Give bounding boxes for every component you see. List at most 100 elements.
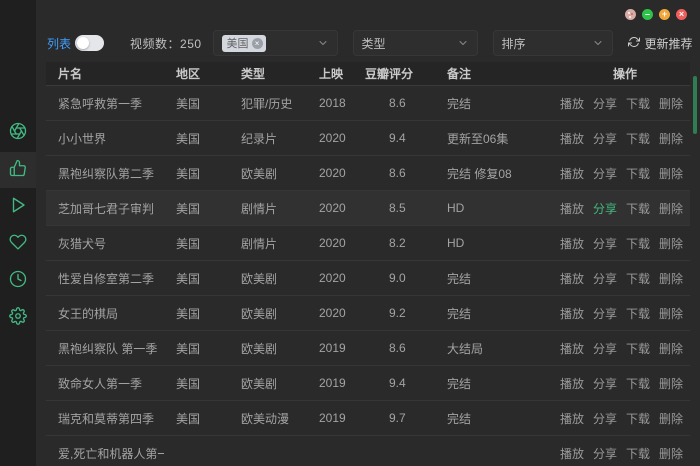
cell-genre: 欧美剧 xyxy=(229,375,307,392)
sidebar-item-discover[interactable] xyxy=(0,115,36,151)
action-download[interactable]: 下载 xyxy=(626,130,650,147)
action-delete[interactable]: 删除 xyxy=(659,200,683,217)
sidebar-item-history[interactable] xyxy=(0,263,36,299)
action-delete[interactable]: 删除 xyxy=(659,95,683,112)
cell-note: 完结 xyxy=(435,375,560,392)
action-delete[interactable]: 删除 xyxy=(659,445,683,462)
action-share[interactable]: 分享 xyxy=(593,130,617,147)
table-row: 爱,死亡和机器人第一季播放分享下载删除 xyxy=(46,436,690,466)
chevron-down-icon xyxy=(592,37,604,49)
action-play[interactable]: 播放 xyxy=(560,445,584,462)
sidebar-item-settings[interactable] xyxy=(0,300,36,336)
refresh-recommend-button[interactable]: 更新推荐 xyxy=(628,35,693,52)
action-delete[interactable]: 删除 xyxy=(659,340,683,357)
action-share[interactable]: 分享 xyxy=(593,270,617,287)
action-download[interactable]: 下载 xyxy=(626,270,650,287)
action-play[interactable]: 播放 xyxy=(560,340,584,357)
cell-rating: 8.6 xyxy=(353,341,435,355)
action-share[interactable]: 分享 xyxy=(593,410,617,427)
action-delete[interactable]: 删除 xyxy=(659,165,683,182)
cell-title: 瑞克和莫蒂第四季 xyxy=(46,410,164,427)
tag-remove-icon[interactable]: × xyxy=(252,38,263,49)
minimize-button[interactable]: – xyxy=(642,9,653,20)
region-select[interactable]: 美国 × xyxy=(213,30,338,56)
action-delete[interactable]: 删除 xyxy=(659,130,683,147)
action-share[interactable]: 分享 xyxy=(593,375,617,392)
action-delete[interactable]: 删除 xyxy=(659,270,683,287)
action-delete[interactable]: 删除 xyxy=(659,410,683,427)
col-rating: 豆瓣评分 xyxy=(353,65,435,82)
heart-icon xyxy=(9,233,27,256)
table-header: 片名 地区 类型 上映 豆瓣评分 备注 操作 xyxy=(46,62,690,86)
table-row: 性爱自修室第二季美国欧美剧20209.0完结播放分享下载删除 xyxy=(46,261,690,296)
cell-year: 2019 xyxy=(307,411,353,425)
sidebar-item-favorites[interactable] xyxy=(0,226,36,262)
action-delete[interactable]: 删除 xyxy=(659,375,683,392)
action-play[interactable]: 播放 xyxy=(560,270,584,287)
table-row: 灰猎犬号美国剧情片20208.2HD播放分享下载删除 xyxy=(46,226,690,261)
action-download[interactable]: 下载 xyxy=(626,340,650,357)
action-download[interactable]: 下载 xyxy=(626,165,650,182)
action-download[interactable]: 下载 xyxy=(626,445,650,462)
gear-icon xyxy=(9,307,27,330)
action-play[interactable]: 播放 xyxy=(560,410,584,427)
cell-note: HD xyxy=(435,201,560,215)
action-download[interactable]: 下载 xyxy=(626,95,650,112)
row-actions: 播放分享下载删除 xyxy=(560,270,690,287)
cell-title: 芝加哥七君子审判 xyxy=(46,200,164,217)
sort-select[interactable]: 排序 xyxy=(493,30,613,56)
action-delete[interactable]: 删除 xyxy=(659,235,683,252)
cell-genre: 欧美剧 xyxy=(229,165,307,182)
action-delete[interactable]: 删除 xyxy=(659,305,683,322)
close-button[interactable]: × xyxy=(676,9,687,20)
cell-title: 女王的棋局 xyxy=(46,305,164,322)
col-genre: 类型 xyxy=(229,65,307,82)
action-play[interactable]: 播放 xyxy=(560,375,584,392)
action-play[interactable]: 播放 xyxy=(560,200,584,217)
action-download[interactable]: 下载 xyxy=(626,235,650,252)
action-share[interactable]: 分享 xyxy=(593,165,617,182)
action-download[interactable]: 下载 xyxy=(626,375,650,392)
action-play[interactable]: 播放 xyxy=(560,305,584,322)
sidebar-item-recommend[interactable] xyxy=(0,152,36,188)
cell-title: 灰猎犬号 xyxy=(46,235,164,252)
cell-rating: 9.4 xyxy=(353,131,435,145)
list-view-toggle[interactable] xyxy=(75,35,104,51)
action-share[interactable]: 分享 xyxy=(593,445,617,462)
scrollbar-thumb[interactable] xyxy=(693,76,697,134)
action-share[interactable]: 分享 xyxy=(593,305,617,322)
action-play[interactable]: 播放 xyxy=(560,165,584,182)
action-download[interactable]: 下载 xyxy=(626,200,650,217)
sort-select-placeholder: 排序 xyxy=(502,35,526,52)
col-actions: 操作 xyxy=(560,65,690,82)
action-share[interactable]: 分享 xyxy=(593,95,617,112)
action-download[interactable]: 下载 xyxy=(626,410,650,427)
type-select[interactable]: 类型 xyxy=(353,30,478,56)
cell-year: 2020 xyxy=(307,271,353,285)
action-play[interactable]: 播放 xyxy=(560,235,584,252)
cell-note: 完结 xyxy=(435,305,560,322)
col-year: 上映 xyxy=(307,65,353,82)
cell-rating: 8.2 xyxy=(353,236,435,250)
table-row: 瑞克和莫蒂第四季美国欧美动漫20199.7完结播放分享下载删除 xyxy=(46,401,690,436)
toggle-knob xyxy=(77,37,89,49)
cell-genre: 欧美剧 xyxy=(229,305,307,322)
cell-genre: 犯罪/历史 xyxy=(229,95,307,112)
cell-genre: 纪录片 xyxy=(229,130,307,147)
action-play[interactable]: 播放 xyxy=(560,130,584,147)
action-share[interactable]: 分享 xyxy=(593,235,617,252)
action-share[interactable]: 分享 xyxy=(593,340,617,357)
maximize-button[interactable]: + xyxy=(659,9,670,20)
theme-button[interactable] xyxy=(625,9,636,20)
table-row: 紧急呼救第一季美国犯罪/历史20188.6完结播放分享下载删除 xyxy=(46,86,690,121)
cell-title: 黑袍纠察队 第一季 xyxy=(46,340,164,357)
action-download[interactable]: 下载 xyxy=(626,305,650,322)
cell-note: HD xyxy=(435,236,560,250)
chevron-down-icon xyxy=(317,37,329,49)
action-play[interactable]: 播放 xyxy=(560,95,584,112)
refresh-icon xyxy=(628,36,640,51)
sidebar-item-player[interactable] xyxy=(0,189,36,225)
cell-region: 美国 xyxy=(164,270,229,287)
action-share[interactable]: 分享 xyxy=(593,200,617,217)
row-actions: 播放分享下载删除 xyxy=(560,305,690,322)
